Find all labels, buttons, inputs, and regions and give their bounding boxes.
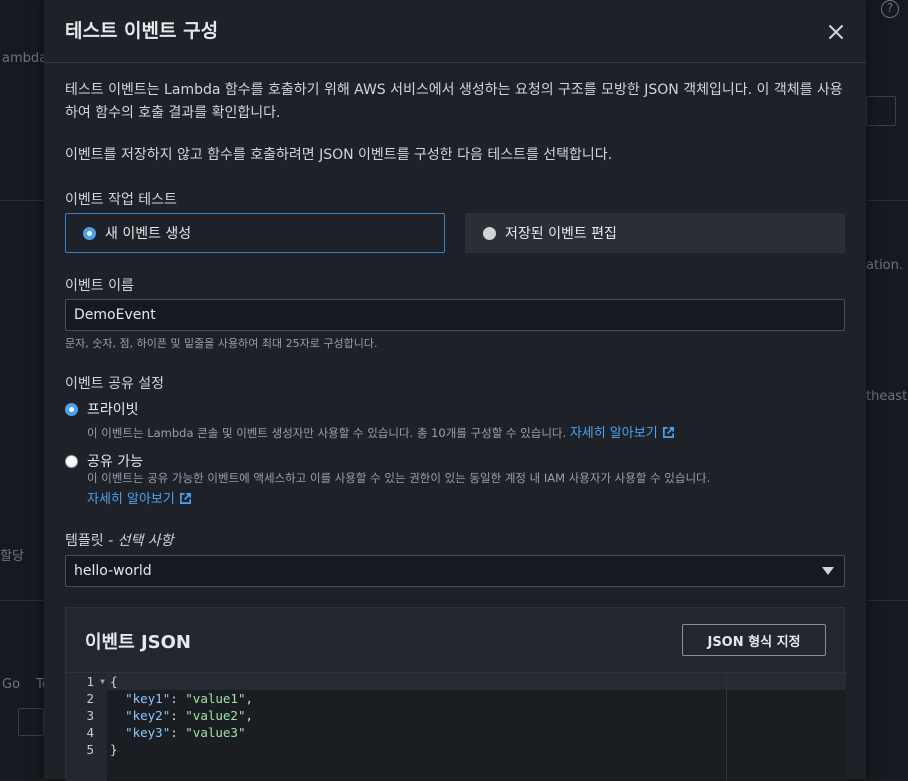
print-margin: [726, 673, 727, 781]
line-number: 5: [86, 742, 94, 757]
bg-button: [18, 708, 44, 736]
event-json-title: 이벤트 JSON: [85, 632, 191, 653]
template-value: hello-world: [74, 563, 152, 579]
edit-saved-event-option[interactable]: 저장된 이벤트 편집: [465, 213, 845, 253]
template-select[interactable]: hello-world: [65, 555, 845, 587]
line-number: 4: [86, 725, 94, 740]
bg-text: 할당: [0, 549, 24, 564]
private-description: 이 이벤트는 Lambda 콘솔 및 이벤트 생성자만 사용할 수 있습니다. …: [87, 422, 675, 441]
help-icon[interactable]: ?: [881, 0, 899, 18]
description-1: 테스트 이벤트는 Lambda 함수를 호출하기 위해 AWS 서비스에서 생성…: [65, 82, 843, 121]
bg-button: [866, 96, 896, 126]
divider: [0, 200, 44, 201]
divider: [866, 600, 908, 601]
learn-more-link[interactable]: 자세히 알아보기: [570, 426, 675, 441]
private-description-text: 이 이벤트는 Lambda 콘솔 및 이벤트 생성자만 사용할 수 있습니다. …: [87, 426, 567, 440]
radio-selected-icon: [83, 226, 96, 240]
modal-title: 테스트 이벤트 구성: [65, 20, 219, 42]
template-label: 템플릿 - 선택 사항: [65, 530, 174, 550]
learn-more-link[interactable]: 자세히 알아보기: [87, 488, 192, 507]
line-number: 1 ▼: [86, 674, 105, 689]
line-number: 3: [86, 708, 94, 723]
bg-text: Go: [2, 677, 21, 692]
code-line: "key3": "value3": [125, 725, 246, 740]
fold-icon: ▼: [100, 677, 105, 686]
code-line: "key1": "value1",: [125, 691, 254, 706]
event-json-panel: 이벤트 JSON JSON 형식 지정 1 ▼ 2 3 4 5 { "key1":…: [65, 607, 846, 781]
learn-more-label: 자세히 알아보기: [569, 426, 658, 441]
event-name-input[interactable]: DemoEvent: [65, 299, 845, 331]
caret-down-icon: [822, 567, 834, 575]
format-json-button[interactable]: JSON 형식 지정: [682, 624, 826, 656]
close-button[interactable]: [824, 20, 848, 44]
bg-text: ambda: [2, 51, 48, 66]
option-label: 저장된 이벤트 편집: [505, 226, 617, 242]
shareable-description: 이 이벤트는 공유 가능한 이벤트에 액세스하고 이를 사용할 수 있는 권한이…: [87, 471, 711, 485]
active-line-highlight: [107, 673, 846, 690]
private-option[interactable]: 프라이빗: [65, 399, 139, 419]
option-label: 새 이벤트 생성: [105, 226, 192, 242]
optional-text: - 선택 사항: [108, 533, 174, 549]
json-editor[interactable]: 1 ▼ 2 3 4 5 { "key1": "value1", "key2": "…: [66, 672, 846, 781]
radio-unselected-icon: [65, 454, 78, 468]
modal-header: 테스트 이벤트 구성: [44, 0, 866, 63]
bg-text: ation.: [866, 258, 904, 273]
code-line: "key2": "value2",: [125, 708, 254, 723]
editor-gutter: 1 ▼ 2 3 4 5: [66, 673, 107, 781]
option-label: 프라이빗: [87, 402, 139, 418]
configure-test-event-modal: 테스트 이벤트 구성 테스트 이벤트는 Lambda 함수를 호출하기 위해 A…: [44, 0, 866, 781]
event-name-label: 이벤트 이름: [65, 278, 134, 294]
description-2: 이벤트를 저장하지 않고 함수를 호출하려면 JSON 이벤트를 구성한 다음 …: [65, 147, 613, 163]
create-new-event-option[interactable]: 새 이벤트 생성: [65, 213, 445, 253]
learn-more-label: 자세히 알아보기: [87, 492, 175, 507]
radio-unselected-icon: [483, 226, 496, 240]
template-label-text: 템플릿: [65, 533, 104, 549]
line-number: 2: [86, 691, 94, 706]
divider: [0, 600, 44, 601]
bg-text: theast-: [866, 389, 908, 404]
test-event-action-label: 이벤트 작업 테스트: [65, 192, 177, 208]
shareable-option[interactable]: 공유 가능: [65, 451, 143, 471]
sharing-settings-label: 이벤트 공유 설정: [65, 376, 165, 392]
radio-selected-icon: [65, 402, 78, 416]
option-label: 공유 가능: [87, 454, 143, 470]
code-line: }: [110, 742, 118, 757]
code-line: {: [110, 674, 118, 689]
external-link-icon: [662, 427, 674, 438]
divider: [866, 200, 908, 201]
external-link-icon: [179, 493, 191, 504]
close-icon: [829, 25, 843, 39]
event-name-hint: 문자, 숫자, 점, 하이픈 및 밑줄을 사용하여 최대 25자로 구성합니다.: [65, 337, 378, 350]
